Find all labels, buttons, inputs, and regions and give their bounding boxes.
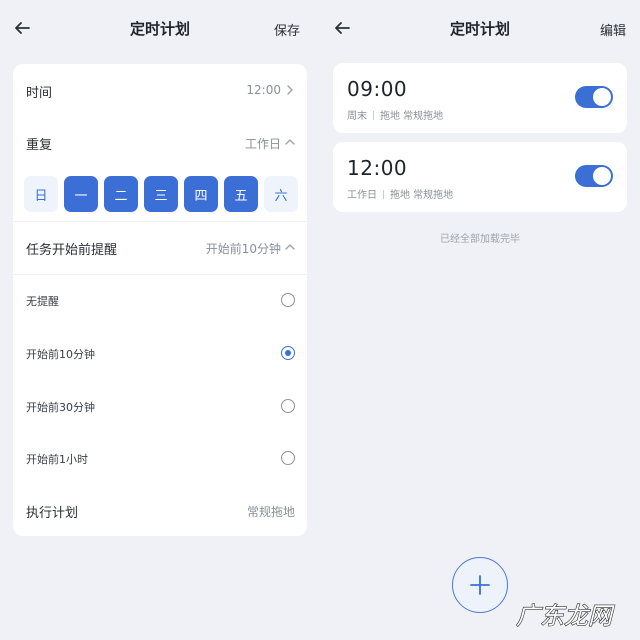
option-label: 开始前30分钟 <box>26 401 95 414</box>
radio-button[interactable] <box>281 346 295 360</box>
add-schedule-button[interactable] <box>452 557 508 613</box>
separator <box>383 190 384 199</box>
reminder-option[interactable]: 无提醒 <box>13 278 307 322</box>
separator <box>373 111 374 120</box>
option-label: 开始前1小时 <box>26 453 88 466</box>
day-sun[interactable]: 日 <box>24 176 58 212</box>
divider <box>13 221 307 222</box>
day-label: 一 <box>74 188 88 204</box>
day-sat[interactable]: 六 <box>264 176 298 212</box>
schedule-time: 12:00 <box>347 156 408 180</box>
day-tue[interactable]: 二 <box>104 176 138 212</box>
execution-plan-value: 常规拖地 <box>246 505 295 519</box>
day-label: 日 <box>34 188 48 204</box>
option-label: 开始前10分钟 <box>26 348 95 361</box>
repeat-value: 工作日 <box>244 137 281 151</box>
all-loaded-text: 已经全部加载完毕 <box>440 234 520 245</box>
schedule-list-screen: 定时计划 编辑 09:00 周末 拖地 常规拖地 12:00 工作日 拖地 常规拖地… <box>320 0 640 640</box>
reminder-option[interactable]: 开始前10分钟 <box>13 331 307 375</box>
edit-schedule-screen: 定时计划 保存 时间 12:00 重复 工作日 日 一 二 三 四 五 六 任务… <box>0 0 320 640</box>
schedule-repeat: 工作日 <box>347 190 377 201</box>
reminder-value: 开始前10分钟 <box>205 242 281 256</box>
toggle-knob <box>593 88 611 106</box>
reminder-option[interactable]: 开始前30分钟 <box>13 384 307 428</box>
plus-icon <box>470 575 490 595</box>
save-button[interactable]: 保存 <box>274 20 300 39</box>
day-label: 六 <box>274 188 288 204</box>
repeat-label: 重复 <box>26 138 53 153</box>
day-wed[interactable]: 三 <box>144 176 178 212</box>
watermark-logo: 广东龙网 <box>515 601 615 630</box>
day-mon[interactable]: 一 <box>64 176 98 212</box>
chevron-up-icon <box>285 244 295 250</box>
radio-button[interactable] <box>281 293 295 307</box>
chevron-right-icon <box>287 85 293 95</box>
day-label: 五 <box>234 188 248 204</box>
schedule-time: 09:00 <box>347 77 408 101</box>
chevron-up-icon <box>285 139 295 145</box>
page-title: 定时计划 <box>129 20 190 38</box>
time-row[interactable]: 时间 12:00 <box>13 64 307 116</box>
weekday-selector: 日 一 二 三 四 五 六 <box>24 176 298 212</box>
page-title: 定时计划 <box>449 20 510 38</box>
schedule-mode: 拖地 常规拖地 <box>390 190 454 201</box>
reminder-option[interactable]: 开始前1小时 <box>13 436 307 480</box>
day-label: 二 <box>114 188 128 204</box>
schedule-meta: 工作日 拖地 常规拖地 <box>347 186 453 201</box>
schedule-item[interactable]: 09:00 周末 拖地 常规拖地 <box>333 63 627 133</box>
schedule-toggle[interactable] <box>575 86 613 108</box>
reminder-label: 任务开始前提醒 <box>26 243 118 258</box>
schedule-item[interactable]: 12:00 工作日 拖地 常规拖地 <box>333 142 627 212</box>
svg-text:广东龙网: 广东龙网 <box>516 602 615 630</box>
divider <box>13 274 307 275</box>
radio-button[interactable] <box>281 451 295 465</box>
execution-plan-row[interactable]: 执行计划 常规拖地 <box>13 488 307 532</box>
day-fri[interactable]: 五 <box>224 176 258 212</box>
time-value: 12:00 <box>246 83 281 97</box>
schedule-repeat: 周末 <box>347 111 367 122</box>
day-label: 三 <box>154 188 168 204</box>
time-label: 时间 <box>26 86 53 101</box>
execution-plan-label: 执行计划 <box>26 506 79 521</box>
day-thu[interactable]: 四 <box>184 176 218 212</box>
schedule-toggle[interactable] <box>575 165 613 187</box>
schedule-meta: 周末 拖地 常规拖地 <box>347 107 443 122</box>
repeat-row[interactable]: 重复 工作日 <box>13 120 307 164</box>
toggle-knob <box>593 167 611 185</box>
schedule-mode: 拖地 常规拖地 <box>380 111 444 122</box>
schedule-settings-card: 时间 12:00 重复 工作日 日 一 二 三 四 五 六 任务开始前提醒 开始… <box>13 64 307 536</box>
reminder-row[interactable]: 任务开始前提醒 开始前10分钟 <box>13 224 307 270</box>
top-bar: 定时计划 保存 <box>0 0 320 56</box>
top-bar: 定时计划 编辑 <box>320 0 640 56</box>
day-label: 四 <box>194 188 208 204</box>
edit-button[interactable]: 编辑 <box>600 20 626 39</box>
radio-button[interactable] <box>281 399 295 413</box>
option-label: 无提醒 <box>26 295 59 308</box>
